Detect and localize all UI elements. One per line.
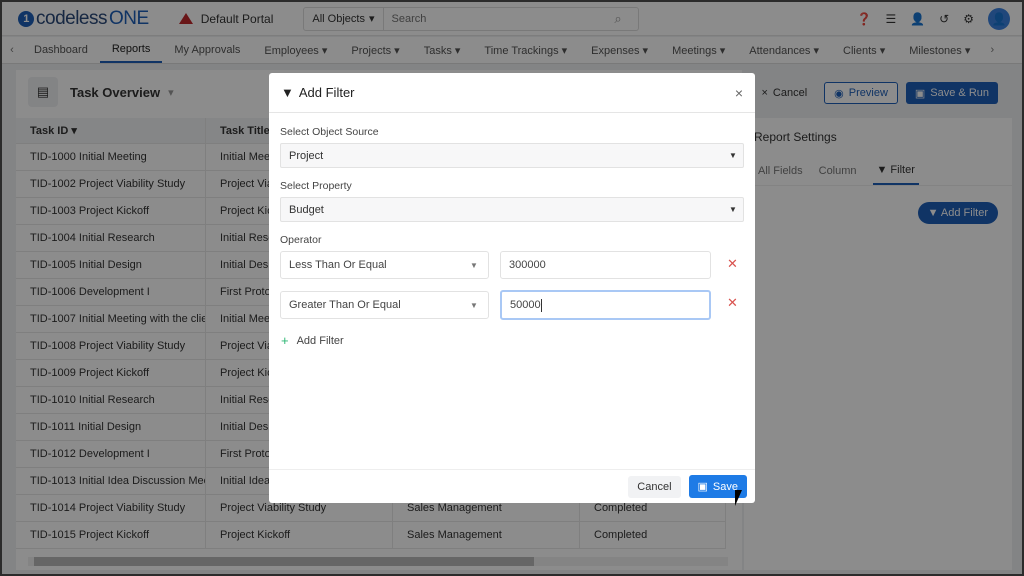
property-select[interactable]: Budget ▼ (280, 197, 744, 222)
operator-select[interactable]: Less Than Or Equal ▼ (280, 251, 489, 279)
add-filter-dialog: ▼ Add Filter × Select Object Source Projec… (269, 73, 755, 503)
operator-select[interactable]: Greater Than Or Equal ▼ (280, 291, 489, 319)
property-value: Budget (289, 203, 324, 216)
text-cursor (540, 298, 542, 312)
filter-icon: ▼ (281, 85, 294, 100)
object-source-label: Select Object Source (280, 126, 379, 138)
filter-value-input[interactable]: 50000 (500, 290, 711, 320)
caret-down-icon: ▼ (729, 205, 737, 214)
filter-value-input[interactable]: 300000 (500, 251, 711, 279)
add-filter-link-label: Add Filter (296, 335, 344, 347)
object-source-select[interactable]: Project ▼ (280, 143, 744, 168)
mouse-pointer-icon (735, 490, 742, 506)
caret-down-icon: ▼ (470, 300, 478, 310)
app-window: 1 codeless ONE Default Portal All Objects ▾… (2, 2, 1022, 574)
plus-icon: + (281, 333, 289, 348)
property-label: Select Property (280, 180, 352, 192)
remove-filter-icon[interactable]: ✕ (727, 256, 738, 272)
dialog-title: Add Filter (298, 85, 355, 100)
object-source-value: Project (289, 149, 324, 162)
close-icon[interactable]: × (735, 85, 743, 101)
filter-value: 300000 (509, 259, 546, 271)
filter-value: 50000 (510, 299, 541, 311)
caret-down-icon: ▼ (729, 151, 737, 160)
operator-value: Less Than Or Equal (289, 259, 387, 271)
operator-value: Greater Than Or Equal (289, 299, 401, 311)
remove-filter-icon[interactable]: ✕ (727, 295, 738, 311)
dialog-cancel-button[interactable]: Cancel (628, 475, 681, 498)
operator-label: Operator (280, 234, 322, 246)
add-filter-link[interactable]: + Add Filter (281, 333, 344, 348)
caret-down-icon: ▼ (470, 260, 478, 270)
save-icon: ▣ (697, 481, 708, 493)
